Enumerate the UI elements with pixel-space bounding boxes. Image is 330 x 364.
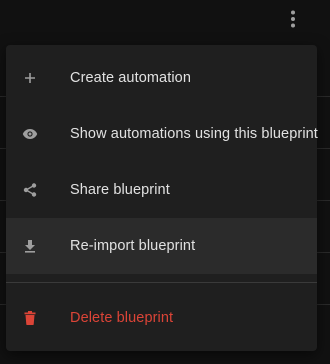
plus-icon — [22, 70, 38, 86]
eye-icon — [22, 126, 38, 142]
menu-item-delete-blueprint[interactable]: Delete blueprint — [6, 290, 317, 346]
menu-item-label: Show automations using this blueprint — [70, 126, 318, 142]
menu-item-label: Re-import blueprint — [70, 238, 196, 254]
blueprint-actions-menu: Create automation Show automations using… — [6, 45, 318, 351]
menu-item-show-automations[interactable]: Show automations using this blueprint — [6, 106, 318, 162]
trash-icon — [22, 310, 38, 326]
menu-item-create-automation[interactable]: Create automation — [6, 50, 317, 106]
menu-item-label: Share blueprint — [70, 182, 170, 198]
overflow-menu-button[interactable] — [280, 6, 306, 32]
menu-item-label: Delete blueprint — [70, 310, 174, 326]
menu-item-label: Create automation — [70, 70, 191, 86]
download-icon — [22, 238, 38, 254]
menu-divider — [6, 282, 317, 283]
more-vertical-icon — [291, 10, 295, 28]
menu-item-share-blueprint[interactable]: Share blueprint — [6, 162, 317, 218]
menu-item-reimport-blueprint[interactable]: Re-import blueprint — [6, 218, 317, 274]
share-icon — [22, 182, 38, 198]
